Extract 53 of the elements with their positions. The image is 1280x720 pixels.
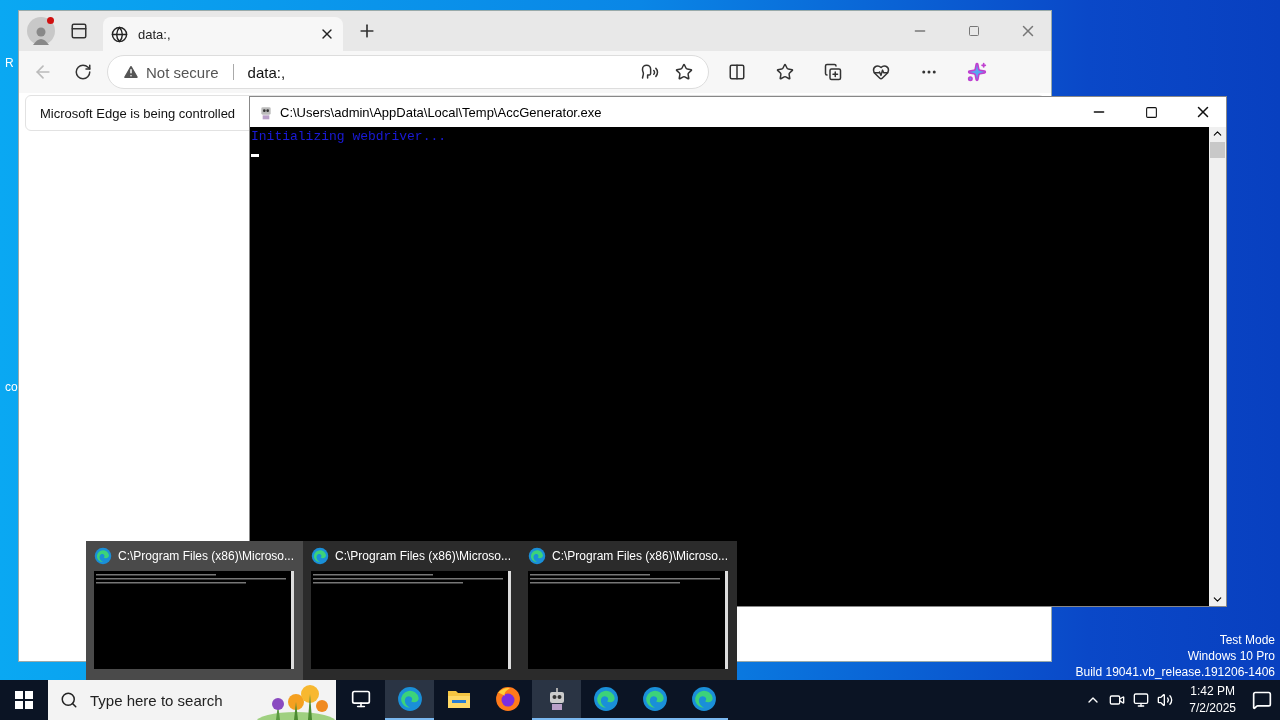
- globe-icon: [111, 25, 128, 43]
- edge-icon: [94, 547, 112, 565]
- system-info-text: Windows 10 Pro: [1187, 648, 1275, 664]
- system-info-text: Build 19041.vb_release.191206-1406: [1075, 664, 1275, 680]
- edge-icon: [396, 686, 423, 712]
- thumbnail-title: C:\Program Files (x86)\Microso...: [118, 549, 295, 563]
- maximize-icon[interactable]: [1144, 105, 1158, 119]
- thumbnail-title: C:\Program Files (x86)\Microso...: [552, 549, 729, 563]
- scrollbar-thumb[interactable]: [1210, 142, 1225, 158]
- window-thumbnail[interactable]: C:\Program Files (x86)\Microso...: [86, 541, 303, 680]
- folder-icon: [446, 688, 471, 710]
- edge-icon: [592, 686, 619, 712]
- window-title: C:\Users\admin\AppData\Local\Temp\AccGenerator.exe: [280, 104, 602, 120]
- read-aloud-icon[interactable]: [641, 63, 659, 81]
- scrollbar[interactable]: [1209, 127, 1226, 606]
- profile-avatar[interactable]: [27, 17, 55, 45]
- search-box[interactable]: Type here to search: [48, 680, 336, 720]
- favorites-icon[interactable]: [776, 63, 794, 81]
- edge-icon: [528, 547, 546, 565]
- search-icon: [60, 691, 78, 709]
- system-info-text: Test Mode: [1219, 632, 1275, 648]
- date-text: 7/2/2025: [1189, 700, 1236, 717]
- split-screen-icon[interactable]: [728, 63, 746, 81]
- thumbnail-title: C:\Program Files (x86)\Microso...: [335, 549, 512, 563]
- volume-icon[interactable]: [1157, 692, 1174, 708]
- star-icon[interactable]: [675, 63, 693, 81]
- url-text: data:,: [247, 63, 287, 81]
- robot-icon: [258, 104, 274, 120]
- browser-tab[interactable]: data:,: [103, 17, 343, 51]
- clock[interactable]: 1:42 PM 7/2/2025: [1181, 683, 1244, 717]
- edge-icon: [690, 686, 717, 712]
- security-label: Not secure: [146, 63, 219, 81]
- collections-icon[interactable]: [824, 63, 842, 81]
- address-bar[interactable]: Not secure data:,: [107, 55, 709, 89]
- window-thumbnail[interactable]: C:\Program Files (x86)\Microso...: [303, 541, 520, 680]
- camera-icon[interactable]: [1109, 692, 1126, 708]
- windows-icon: [15, 691, 33, 709]
- notification-icon[interactable]: [1252, 690, 1272, 710]
- task-view-icon: [350, 689, 371, 709]
- tab-panel-icon[interactable]: [70, 22, 88, 40]
- edge-icon: [311, 547, 329, 565]
- edge-icon: [641, 686, 668, 712]
- reload-icon[interactable]: [74, 63, 92, 81]
- taskbar-app[interactable]: [532, 680, 581, 720]
- infobar-text: Microsoft Edge is being controlled: [40, 105, 236, 121]
- warning-icon: [122, 63, 140, 81]
- heart-pulse-icon[interactable]: [872, 63, 890, 81]
- console-line: Initializing webdriver...: [251, 129, 448, 145]
- window-thumbnail[interactable]: C:\Program Files (x86)\Microso...: [520, 541, 737, 680]
- taskbar-app[interactable]: [385, 680, 434, 720]
- firefox-icon: [494, 686, 521, 712]
- search-input[interactable]: Type here to search: [88, 690, 268, 710]
- time-text: 1:42 PM: [1190, 683, 1235, 700]
